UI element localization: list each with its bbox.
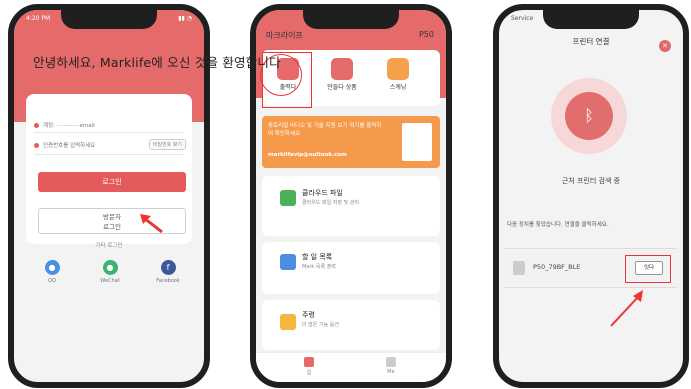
note-icon [280, 314, 296, 330]
tool-label: 스캐닝 [389, 84, 407, 91]
account-field[interactable]: 계정: ·············email [34, 121, 95, 129]
tutorial-figure: 4:20 PM ▮▮ ◔ 계정: ·············email 인증번호… [0, 0, 691, 389]
status-icons: ▮▮ ◔ [178, 15, 192, 22]
folder-icon [280, 190, 296, 206]
tool-label: 만들다 상품 [327, 84, 357, 91]
template-icon [331, 58, 353, 80]
device-row[interactable]: P50_79BF_BLE 잇다 [505, 248, 677, 288]
highlight-box [625, 255, 671, 283]
card-subtitle: 클라우드 파일 저장 및 관리 [302, 200, 359, 206]
social-label: WeChat [100, 278, 120, 284]
found-devices-text: 다음 장치를 찾았습니다. 연결을 클릭하세요. [507, 222, 609, 228]
app-title: 마크라이프 [266, 31, 303, 40]
card-title: 클라우드 파일 [302, 189, 343, 197]
password-field[interactable]: 인증번호를 입력하세요 [34, 141, 95, 149]
printer-icon [513, 261, 525, 275]
card-todo-list[interactable]: 할 일 목록 Mark 목록 출력 [262, 242, 440, 294]
red-arrow-icon [610, 290, 643, 327]
bluetooth-icon: ᛒ [565, 92, 613, 140]
tutorial-banner[interactable]: 튜토리얼 비디오 및 기술 지원 보기 여기를 클릭하여 확인하세요 markl… [262, 116, 440, 168]
connect-phone: Service 프린터 연결 ✕ ᛒ 근처 프린터 검색 중 다음 장치를 찾았… [493, 4, 689, 388]
login-button[interactable]: 로그인 [38, 172, 186, 192]
welcome-title: 안녕하세요, Marklife에 오신 것을 환영합니다 [33, 55, 281, 70]
home-icon [304, 357, 314, 367]
qq-icon: ● [44, 260, 60, 275]
searching-text: 근처 프린터 검색 중 [561, 177, 621, 185]
divider [34, 154, 184, 155]
account-value: 계정: ·············email [43, 123, 95, 129]
wechat-icon: ● [102, 260, 118, 275]
card-title: 주령 [302, 311, 315, 319]
social-qq[interactable]: ● QQ [32, 260, 72, 284]
lock-icon [34, 142, 39, 148]
bluetooth-search-animation: ᛒ [551, 78, 627, 154]
user-icon [386, 357, 396, 367]
tab-label: Me [387, 369, 395, 375]
other-login-label: 기타 로그인 [95, 243, 123, 249]
red-arrow-icon [140, 214, 163, 234]
social-facebook[interactable]: f Facebook [148, 260, 188, 284]
card-title: 할 일 목록 [302, 253, 333, 261]
tab-label: 집 [306, 370, 312, 376]
login-card: 계정: ·············email 인증번호를 입력하세요 비밀번호 … [26, 94, 192, 244]
tool-scan[interactable]: 스캐닝 [378, 58, 418, 91]
document-icon [402, 123, 432, 161]
status-carrier: Service [511, 15, 534, 22]
social-label: QQ [48, 278, 56, 284]
forgot-button[interactable]: 비밀번호 찾기 [148, 139, 186, 150]
device-name: P50_79BF_BLE [533, 263, 581, 271]
password-placeholder: 인증번호를 입력하세요 [43, 143, 96, 149]
bottom-tab-bar: 집 Me [256, 352, 446, 382]
status-time: 4:20 PM [26, 15, 51, 22]
tab-home[interactable]: 집 [294, 357, 324, 376]
tool-template[interactable]: 만들다 상품 [322, 58, 362, 91]
banner-text: 튜토리얼 비디오 및 기술 지원 보기 여기를 클릭하여 확인하세요 [268, 123, 382, 137]
phone-notch [61, 10, 157, 29]
card-subtitle: 더 많은 기능 옵션 [302, 322, 339, 328]
printer-model[interactable]: P50 [419, 30, 434, 39]
social-label: Facebook [156, 278, 180, 284]
card-notes[interactable]: 주령 더 많은 기능 옵션 [262, 300, 440, 350]
social-wechat[interactable]: ● WeChat [90, 260, 130, 284]
facebook-icon: f [160, 260, 176, 275]
connect-title: 프린터 연결 [572, 37, 610, 46]
user-icon [34, 122, 39, 128]
close-icon[interactable]: ✕ [659, 40, 671, 52]
phone-notch [543, 10, 639, 29]
card-cloud-files[interactable]: 클라우드 파일 클라우드 파일 저장 및 관리 [262, 176, 440, 236]
phone-notch [303, 10, 399, 29]
divider [34, 132, 184, 133]
banner-email: marklifevip@outlook.com [268, 152, 347, 158]
tab-me[interactable]: Me [376, 357, 406, 375]
scan-icon [387, 58, 409, 80]
card-subtitle: Mark 목록 출력 [302, 264, 336, 270]
list-icon [280, 254, 296, 270]
